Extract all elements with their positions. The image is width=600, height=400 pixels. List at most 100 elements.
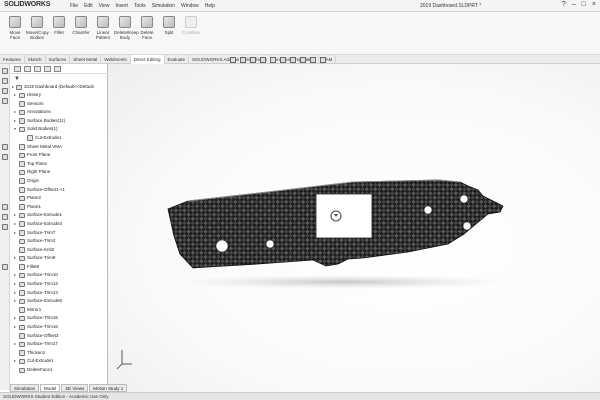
mounting-hole[interactable]	[459, 194, 469, 204]
filter-icon[interactable]: ▼	[14, 76, 20, 82]
menu-item-tools[interactable]: Tools	[134, 3, 146, 9]
help-icon[interactable]: ?	[562, 1, 566, 8]
view-orient-icon[interactable]	[270, 57, 276, 63]
tree-item[interactable]: Cut-Extrude1	[10, 134, 108, 143]
chevron-right-icon[interactable]: ▸	[14, 211, 18, 220]
menu-item-window[interactable]: Window	[181, 3, 199, 9]
tree-item[interactable]: Surface-Offset3	[10, 332, 108, 341]
bottom-tab-3d-views[interactable]: 3D Views	[61, 384, 89, 392]
previous-view-icon[interactable]	[250, 57, 256, 63]
bottom-tab-model[interactable]: Model	[40, 384, 61, 392]
combine-button[interactable]: Combine	[180, 14, 202, 35]
feature-tree-tab-icon[interactable]	[14, 66, 21, 72]
apply-scene-icon[interactable]	[310, 57, 316, 63]
rotate-icon[interactable]	[2, 88, 8, 94]
menu-item-view[interactable]: View	[99, 3, 110, 9]
split-button[interactable]: Split	[158, 14, 180, 35]
tree-item[interactable]: DeleteFace1	[10, 366, 108, 375]
mounting-hole[interactable]	[215, 239, 229, 253]
bottom-tab-simulation[interactable]: Simulation	[10, 384, 40, 392]
delete-face-button[interactable]: Delete Face	[136, 14, 158, 40]
tree-item[interactable]: Front Plane	[10, 151, 108, 160]
rectangular-cutout[interactable]	[315, 193, 373, 239]
appearance-icon[interactable]	[2, 204, 8, 210]
bottom-tab-motion-study-1[interactable]: Motion Study 1	[89, 384, 128, 392]
property-manager-tab-icon[interactable]	[24, 66, 31, 72]
model-view[interactable]	[108, 64, 600, 392]
chevron-right-icon[interactable]: ▸	[14, 297, 18, 306]
tree-item[interactable]: Plane1	[10, 203, 108, 212]
tree-item[interactable]: ▸ Surface-Trim17	[10, 340, 108, 349]
hide-items-icon[interactable]	[290, 57, 296, 63]
tree-item[interactable]: Thicken1	[10, 349, 108, 358]
chevron-right-icon[interactable]: ▸	[14, 289, 18, 298]
tree-item[interactable]: ▸ Surface-Extrude3	[10, 220, 108, 229]
tree-item[interactable]: ▸ Surface Bodies(11)	[10, 117, 108, 126]
scene-icon[interactable]	[2, 214, 8, 220]
menu-item-insert[interactable]: Insert	[115, 3, 128, 9]
view-settings-icon[interactable]	[320, 57, 326, 63]
tree-item[interactable]: ▸ History	[10, 91, 108, 100]
zoom-icon[interactable]	[2, 78, 8, 84]
tree-item[interactable]: Plane2	[10, 194, 108, 203]
chevron-right-icon[interactable]: ▸	[14, 117, 18, 126]
tab-direct-editing[interactable]: Direct Editing	[130, 55, 165, 64]
section-view-icon[interactable]	[2, 144, 8, 150]
chevron-right-icon[interactable]: ▸	[14, 108, 18, 117]
tree-item[interactable]: ▸ Surface-Trim12	[10, 280, 108, 289]
tree-item[interactable]: ▸ Surface-Extrude6	[10, 297, 108, 306]
view-orientation-icon[interactable]	[2, 68, 8, 74]
display-style-icon[interactable]	[2, 154, 8, 160]
mounting-hole[interactable]	[423, 205, 433, 215]
chevron-right-icon[interactable]: ▸	[14, 280, 18, 289]
menu-item-help[interactable]: Help	[205, 3, 215, 9]
close-icon[interactable]: ×	[592, 1, 596, 8]
chevron-right-icon[interactable]: ▸	[14, 220, 18, 229]
tree-item[interactable]: ▸ Surface-Trim13	[10, 289, 108, 298]
chamfer-button[interactable]: Chamfer	[70, 14, 92, 35]
tree-item[interactable]: ▸ Surface-Trim10	[10, 271, 108, 280]
tree-item[interactable]: ▸ Surface-Trim15	[10, 314, 108, 323]
delete-keep-body-button[interactable]: Delete/Keep Body	[114, 14, 139, 40]
tab-features[interactable]: Features	[0, 55, 25, 64]
app-logo[interactable]: SOLIDWORKS	[4, 1, 50, 8]
tab-sketch[interactable]: Sketch	[25, 55, 46, 64]
tree-item[interactable]: ▸ Annotations	[10, 108, 108, 117]
minimize-icon[interactable]: –	[572, 1, 576, 8]
tree-item[interactable]: Top Plane	[10, 160, 108, 169]
tree-item[interactable]: ▸ Cut-Extrude1	[10, 357, 108, 366]
zoom-fit-icon[interactable]	[230, 57, 236, 63]
menu-item-edit[interactable]: Edit	[84, 3, 93, 9]
tree-item[interactable]: ▸ Surface-Extrude1	[10, 211, 108, 220]
zoom-area-icon[interactable]	[240, 57, 246, 63]
tree-item[interactable]: Right Plane	[10, 168, 108, 177]
tree-item[interactable]: ▸ Surface-Trim9	[10, 254, 108, 263]
tree-item[interactable]: Sheet Metal VMA	[10, 143, 108, 152]
hide-show-icon[interactable]	[2, 224, 8, 230]
maximize-icon[interactable]: □	[582, 1, 586, 8]
display-style-icon[interactable]	[280, 57, 286, 63]
pan-icon[interactable]	[2, 98, 8, 104]
config-manager-tab-icon[interactable]	[34, 66, 41, 72]
measure-icon[interactable]	[2, 264, 8, 270]
chevron-right-icon[interactable]: ▸	[14, 314, 18, 323]
display-manager-tab-icon[interactable]	[54, 66, 61, 72]
chevron-right-icon[interactable]: ▸	[14, 229, 18, 238]
chevron-right-icon[interactable]: ▸	[14, 323, 18, 332]
tab-weldments[interactable]: Weldments	[101, 55, 131, 64]
move-face-button[interactable]: Move Face	[4, 14, 26, 40]
tree-item[interactable]: Surface-Knit2	[10, 246, 108, 255]
mounting-hole[interactable]	[462, 221, 472, 231]
move-copy-bodies-button[interactable]: Move/Copy Bodies	[26, 14, 49, 40]
tab-evaluate[interactable]: Evaluate	[165, 55, 190, 64]
tree-item[interactable]: ▾ Solid Bodies(1)	[10, 125, 108, 134]
tab-sheet-metal[interactable]: Sheet Metal	[70, 55, 102, 64]
tree-item[interactable]: Fillet8	[10, 263, 108, 272]
chevron-right-icon[interactable]: ▸	[14, 91, 18, 100]
menu-item-simulation[interactable]: Simulation	[152, 3, 175, 9]
chevron-right-icon[interactable]: ▸	[14, 271, 18, 280]
linear-pattern-button[interactable]: Linear Pattern	[92, 14, 114, 40]
chevron-right-icon[interactable]: ▸	[14, 357, 18, 366]
tree-item[interactable]: ▸ Surface-Trim16	[10, 323, 108, 332]
tree-item[interactable]: ▸ Surface-Trim7	[10, 229, 108, 238]
